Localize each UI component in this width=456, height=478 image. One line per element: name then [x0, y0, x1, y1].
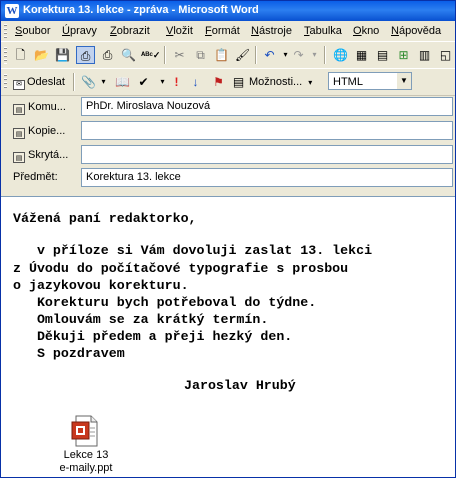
address-book-icon: ▤	[13, 104, 25, 115]
chevron-down-icon[interactable]: ▼	[397, 73, 411, 89]
bcc-row: ▤ Skrytá...	[1, 144, 455, 166]
attachment-name[interactable]: Lekce 13 e-maily.ppt	[51, 449, 121, 475]
options-label: Možnosti...	[249, 76, 303, 88]
send-label: Odeslat	[27, 76, 65, 88]
address-book-icon: ▤	[13, 128, 25, 139]
subject-row: Předmět: Korektura 13. lekce	[1, 167, 455, 189]
cut-icon[interactable]: ✂	[170, 46, 189, 64]
options-dropdown-icon: ▾	[308, 78, 313, 87]
to-row: ▤ Komu... PhDr. Miroslava Nouzová	[1, 96, 455, 118]
signature-text: Jaroslav Hrubý	[184, 378, 296, 393]
print-icon[interactable]: ⎙	[98, 46, 117, 64]
body-line: Děkuji předem a přeji hezký den.	[13, 329, 293, 344]
cc-row: ▤ Kopie...	[1, 120, 455, 142]
menu-okno[interactable]: Okno	[353, 25, 379, 37]
paste-icon[interactable]: 📋	[212, 46, 231, 64]
menu-napoveda[interactable]: Nápověda	[391, 25, 441, 37]
low-importance-icon[interactable]: ↓	[186, 73, 205, 91]
bcc-field[interactable]	[81, 145, 453, 164]
cc-button[interactable]: ▤ Kopie...	[9, 121, 75, 141]
subject-field[interactable]: Korektura 13. lekce	[81, 168, 453, 187]
menu-format[interactable]: Formát	[205, 25, 240, 37]
attach-dropdown-icon[interactable]: ▾	[94, 73, 113, 91]
toolbar-grip[interactable]	[4, 74, 7, 90]
menu-tabulka[interactable]: Tabulka	[304, 25, 342, 37]
toolbar-separator	[73, 73, 75, 91]
hyperlink-icon[interactable]: 🌐	[331, 46, 350, 64]
columns-icon[interactable]: ▥	[415, 46, 434, 64]
toolbar-separator	[164, 46, 166, 64]
attachment-name-line: e-maily.ppt	[59, 462, 113, 474]
bcc-button[interactable]: ▤ Skrytá...	[9, 145, 75, 165]
message-format-select[interactable]: HTML ▼	[328, 72, 412, 90]
save-icon[interactable]: 💾	[53, 46, 72, 64]
insert-excel-icon[interactable]: ⊞	[394, 46, 413, 64]
word-window: W Korektura 13. lekce - zpráva - Microso…	[0, 0, 456, 478]
high-importance-icon[interactable]: !	[167, 73, 186, 91]
menu-soubor[interactable]: Soubor	[15, 25, 50, 37]
message-format-value: HTML	[333, 76, 363, 88]
body-line: v příloze si Vám dovoluji zaslat 13. lek…	[13, 243, 373, 258]
menu-zobrazit[interactable]: Zobrazit	[110, 25, 150, 37]
options-icon[interactable]: ▤	[229, 73, 248, 91]
standard-toolbar: 🗋 📂 💾 ⎙ ⎙ 🔍 ᴬᴮᶜ✓ ✂ ⧉ 📋 🖌 ↶ ▾ ↷ ▾ 🌐 ▦ ▤ ⊞…	[1, 41, 455, 70]
body-line: Korekturu bych potřeboval do týdne.	[13, 295, 317, 310]
format-painter-icon[interactable]: 🖌	[233, 46, 252, 64]
drawing-icon[interactable]: ◱	[436, 46, 455, 64]
send-icon: ✉	[13, 80, 25, 90]
new-document-icon[interactable]: 🗋	[11, 46, 30, 64]
powerpoint-file-icon[interactable]	[70, 415, 102, 447]
body-line: z Úvodu do počítačové typografie s prosb…	[13, 261, 349, 276]
body-line: o jazykovou korekturu.	[13, 278, 189, 293]
to-field[interactable]: PhDr. Miroslava Nouzová	[81, 97, 453, 116]
word-app-icon[interactable]: W	[5, 4, 19, 18]
window-title: Korektura 13. lekce - zpráva - Microsoft…	[23, 4, 259, 16]
to-button[interactable]: ▤ Komu...	[9, 97, 75, 117]
check-names-icon[interactable]: ✔	[134, 73, 153, 91]
attachment-name-line: Lekce 13	[63, 449, 109, 461]
permission-icon[interactable]: ⎙	[76, 46, 95, 64]
copy-icon[interactable]: ⧉	[191, 46, 210, 64]
greeting-text: Vážená paní redaktorko,	[13, 211, 197, 226]
toolbar-separator	[324, 46, 326, 64]
email-toolbar: ✉ Odeslat 📎 ▾ 📖 ✔ ▾ ! ↓ ⚑ ▤ Možnosti... ▾ …	[1, 68, 455, 96]
menu-nastroje[interactable]: Nástroje	[251, 25, 292, 37]
spelling-check-icon[interactable]: ᴬᴮᶜ✓	[141, 46, 160, 64]
menu-bar: Soubor Úpravy Zobrazit Vložit Formát Nás…	[1, 21, 455, 41]
tables-borders-icon[interactable]: ▦	[352, 46, 371, 64]
send-button[interactable]: ✉ Odeslat	[13, 73, 65, 91]
subject-label: Předmět:	[13, 171, 58, 183]
open-folder-icon[interactable]: 📂	[32, 46, 51, 64]
title-bar[interactable]: W Korektura 13. lekce - zpráva - Microso…	[1, 1, 455, 21]
address-book-icon: ▤	[13, 152, 25, 163]
toolbar-grip[interactable]	[4, 47, 7, 64]
body-line: S pozdravem	[13, 346, 125, 361]
print-preview-icon[interactable]: 🔍	[119, 46, 138, 64]
menu-vlozit[interactable]: Vložit	[166, 25, 193, 37]
menubar-grip[interactable]	[4, 24, 7, 38]
cc-field[interactable]	[81, 121, 453, 140]
cc-label: Kopie...	[28, 125, 66, 137]
menu-upravy[interactable]: Úpravy	[62, 25, 97, 37]
address-book-icon[interactable]: 📖	[113, 73, 132, 91]
insert-table-icon[interactable]: ▤	[373, 46, 392, 64]
flag-icon[interactable]: ⚑	[209, 73, 228, 91]
body-line: Omlouvám se za krátký termín.	[13, 312, 269, 327]
message-body[interactable]: Vážená paní redaktorko, v příloze si Vám…	[1, 196, 455, 477]
redo-dropdown-icon[interactable]: ▾	[305, 46, 324, 64]
toolbar-separator	[255, 46, 257, 64]
options-button[interactable]: Možnosti... ▾	[249, 73, 312, 91]
bcc-label: Skrytá...	[28, 149, 69, 161]
to-label: Komu...	[28, 101, 66, 113]
